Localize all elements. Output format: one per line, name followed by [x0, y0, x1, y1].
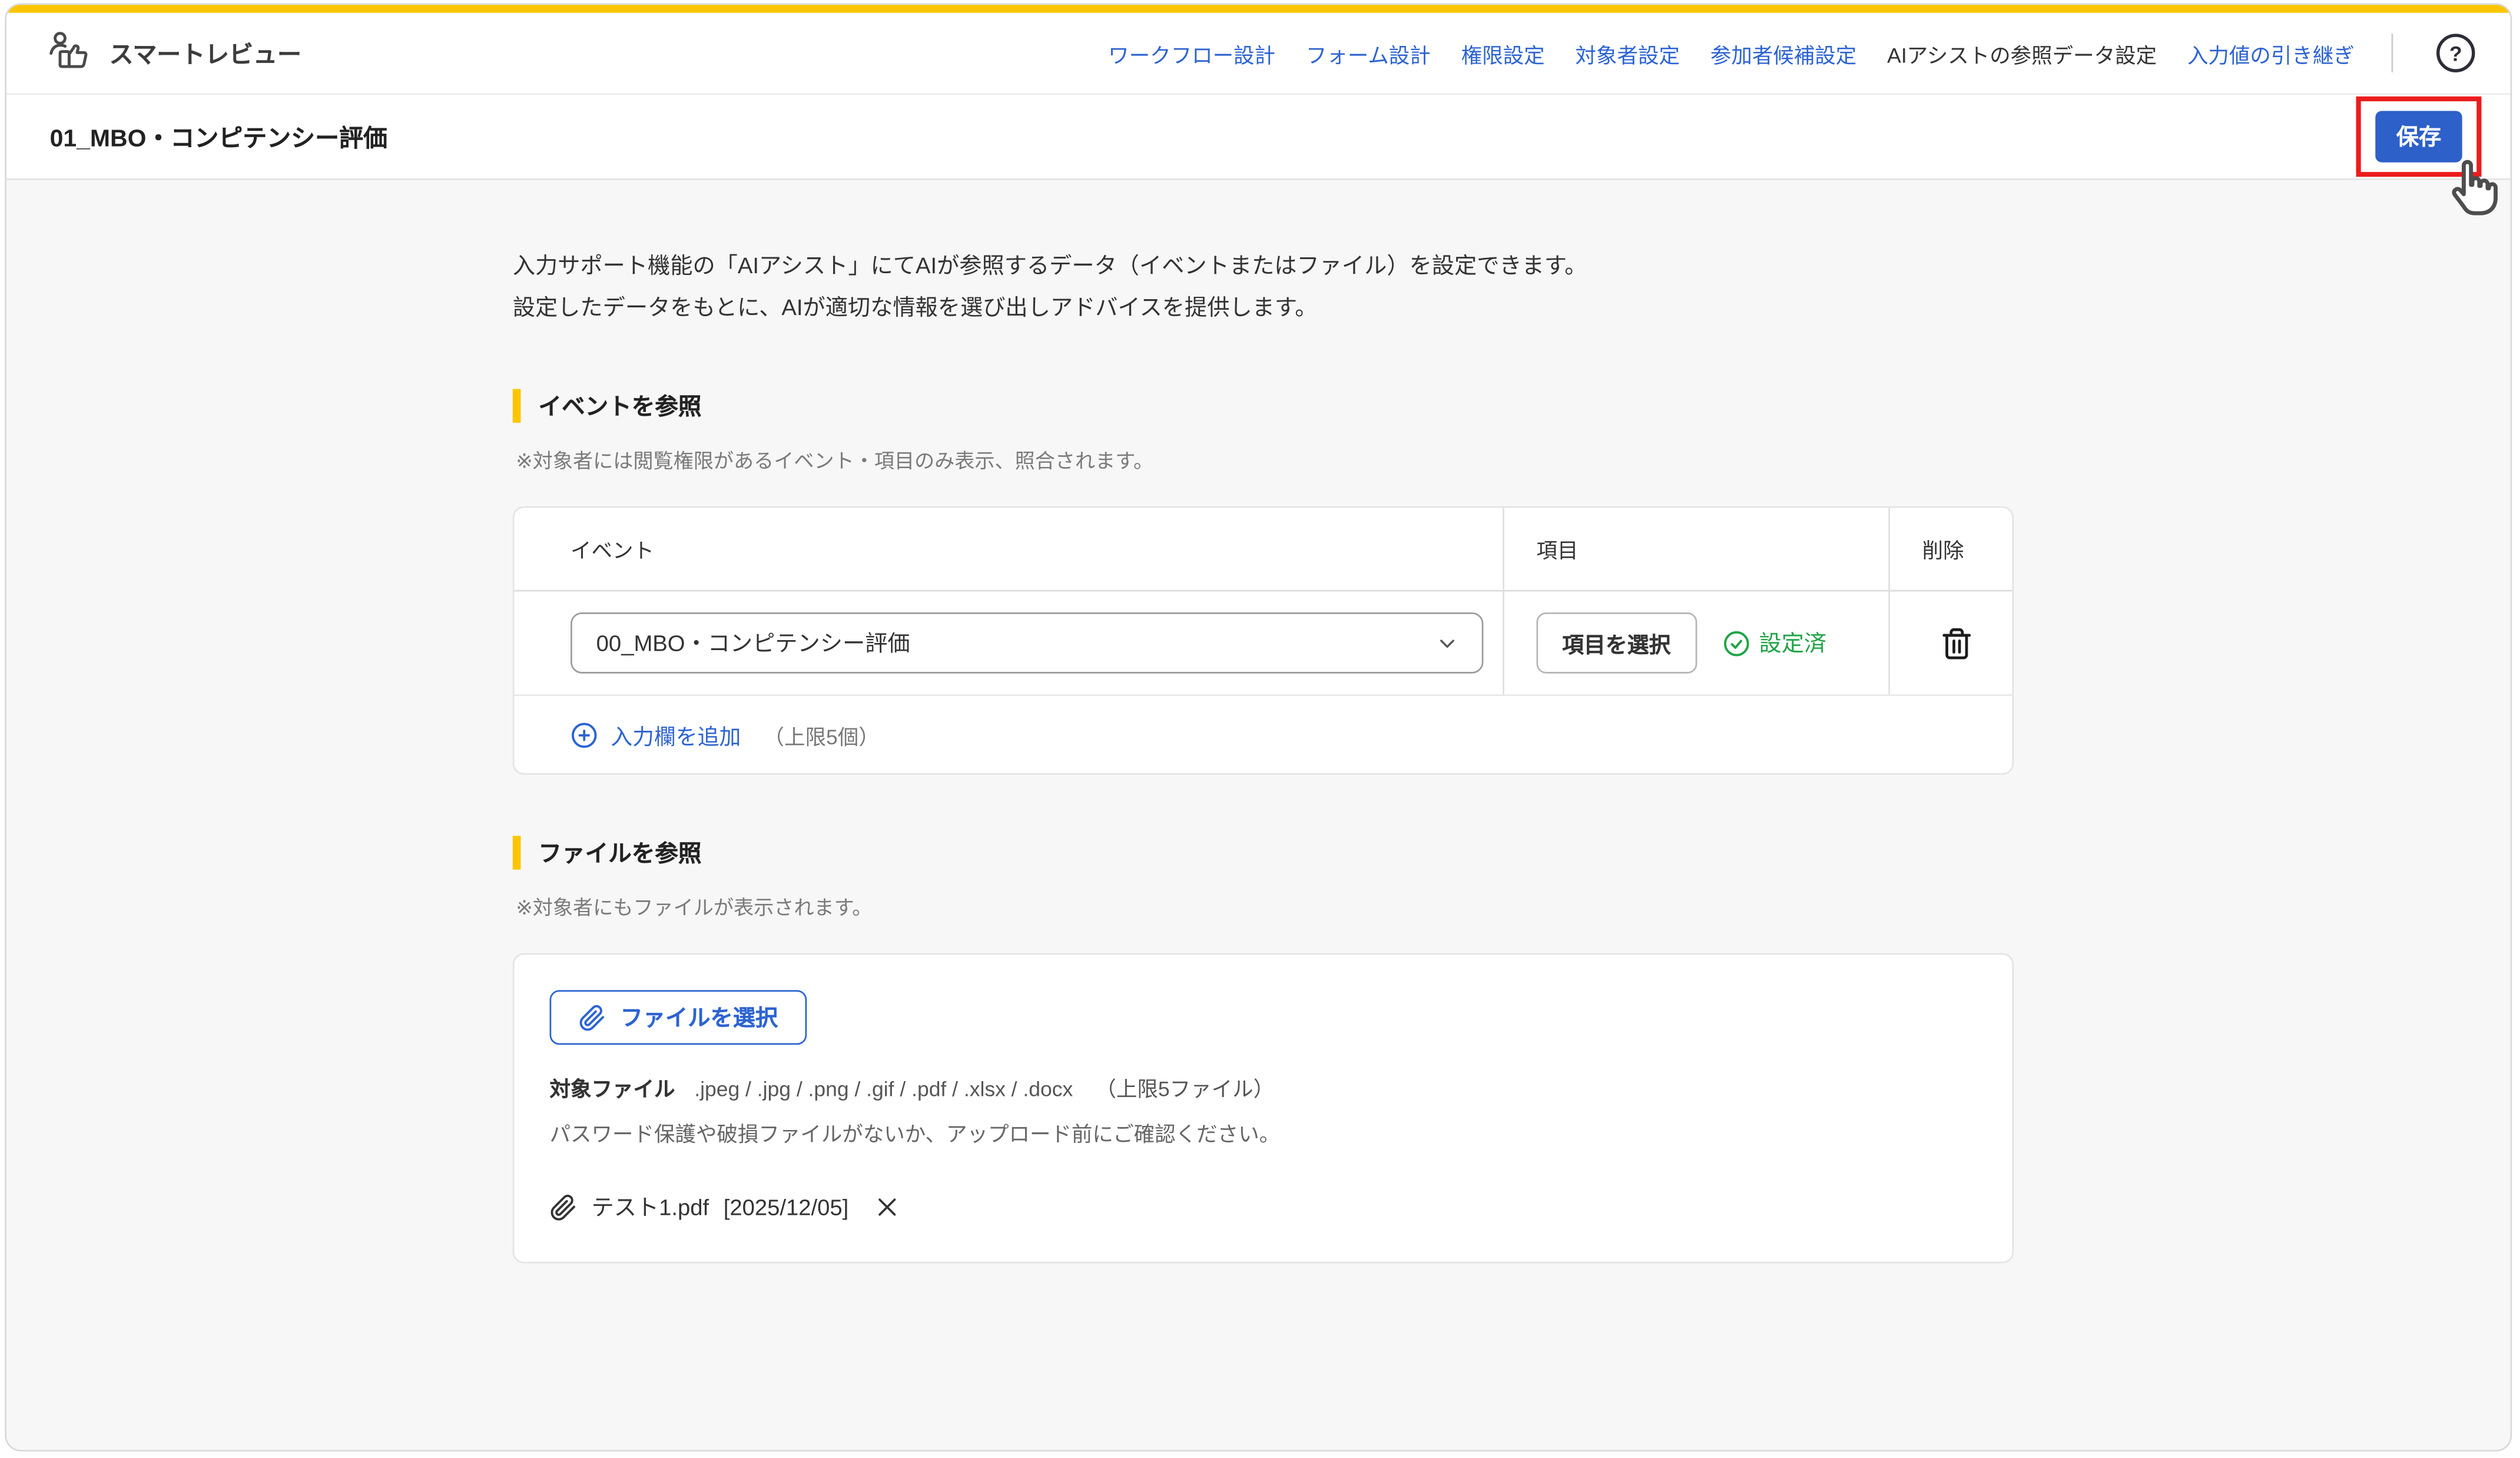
main-content: 入力サポート機能の「AIアシスト」にてAIが参照するデータ（イベントまたはファイ… — [6, 180, 2511, 1452]
event-section-header: イベントを参照 — [513, 389, 2511, 423]
select-file-button[interactable]: ファイルを選択 — [550, 990, 807, 1045]
select-item-button[interactable]: 項目を選択 — [1536, 612, 1696, 674]
brand-top-bar — [6, 5, 2511, 13]
event-table-footer: 入力欄を追加 （上限5個） — [514, 696, 2012, 773]
nav-form-design[interactable]: フォーム設計 — [1306, 38, 1431, 68]
intro-line-1: 入力サポート機能の「AIアシスト」にてAIが参照するデータ（イベントまたはファイ… — [513, 244, 2511, 286]
add-row-limit: （上限5個） — [764, 719, 880, 750]
column-header-event: イベント — [514, 508, 1503, 590]
event-select-value: 00_MBO・コンピテンシー評価 — [596, 627, 1435, 660]
page-title: 01_MBO・コンピテンシー評価 — [50, 120, 387, 153]
plus-circle-icon — [571, 721, 598, 748]
app-header: スマートレビュー ワークフロー設計 フォーム設計 権限設定 対象者設定 参加者候… — [6, 13, 2511, 95]
target-file-label: 対象ファイル — [550, 1077, 675, 1101]
nav-input-value-carryover[interactable]: 入力値の引き継ぎ — [2187, 38, 2355, 68]
status-badge: 設定済 — [1722, 627, 1826, 660]
paperclip-icon — [579, 1004, 606, 1031]
event-table-header: イベント 項目 削除 — [514, 508, 2012, 592]
section-accent-bar — [513, 389, 521, 423]
file-section-note: ※対象者にもファイルが表示されます。 — [516, 890, 2510, 921]
intro-line-2: 設定したデータをもとに、AIが適切な情報を選び出しアドバイスを提供します。 — [513, 286, 2511, 328]
event-section-title: イベントを参照 — [538, 389, 701, 423]
intro-text: 入力サポート機能の「AIアシスト」にてAIが参照するデータ（イベントまたはファイ… — [513, 244, 2511, 328]
help-icon[interactable]: ? — [2436, 34, 2475, 72]
section-accent-bar — [513, 836, 521, 869]
target-file-types: .jpeg / .jpg / .png / .gif / .pdf / .xls… — [694, 1077, 1073, 1101]
status-label: 設定済 — [1759, 627, 1827, 660]
top-nav: ワークフロー設計 フォーム設計 権限設定 対象者設定 参加者候補設定 AIアシス… — [1108, 34, 2475, 72]
nav-target-settings[interactable]: 対象者設定 — [1576, 38, 1680, 68]
nav-permission-settings[interactable]: 権限設定 — [1461, 38, 1545, 68]
nav-workflow-design[interactable]: ワークフロー設計 — [1108, 38, 1275, 68]
smart-review-logo-icon — [45, 29, 93, 77]
chevron-down-icon — [1435, 631, 1460, 655]
uploaded-file-name: テスト1.pdf — [591, 1191, 709, 1224]
add-input-row-link[interactable]: 入力欄を追加 — [571, 718, 741, 751]
uploaded-file-item: テスト1.pdf [2025/12/05] — [550, 1191, 1977, 1224]
app-window: スマートレビュー ワークフロー設計 フォーム設計 権限設定 対象者設定 参加者候… — [5, 3, 2512, 1451]
nav-participant-candidate-settings[interactable]: 参加者候補設定 — [1710, 38, 1856, 68]
file-section-header: ファイルを参照 — [513, 836, 2511, 869]
remove-file-icon[interactable] — [874, 1194, 900, 1220]
check-circle-icon — [1722, 629, 1749, 657]
event-reference-card: イベント 項目 削除 00_MBO・コンピテンシー評価 項目 — [513, 506, 2014, 775]
file-reference-card: ファイルを選択 対象ファイル .jpeg / .jpg / .png / .gif… — [513, 953, 2014, 1264]
save-button[interactable]: 保存 — [2375, 111, 2462, 162]
target-file-limit: （上限5ファイル） — [1095, 1077, 1274, 1101]
save-button-highlight: 保存 — [2356, 97, 2482, 177]
page-title-bar: 01_MBO・コンピテンシー評価 保存 — [6, 95, 2511, 180]
add-input-row-label: 入力欄を追加 — [611, 718, 741, 751]
column-header-delete: 削除 — [1888, 508, 2012, 590]
upload-warning: パスワード保護や破損ファイルがないか、アップロード前にご確認ください。 — [550, 1117, 1977, 1148]
select-file-button-label: ファイルを選択 — [621, 1002, 778, 1034]
event-section-note: ※対象者には閲覧権限があるイベント・項目のみ表示、照合されます。 — [516, 443, 2510, 474]
app-title: スマートレビュー — [110, 36, 301, 69]
screenshot-stage: スマートレビュー ワークフロー設計 フォーム設計 権限設定 対象者設定 参加者候… — [0, 0, 2520, 1458]
target-file-line: 対象ファイル .jpeg / .jpg / .png / .gif / .pdf … — [550, 1072, 1977, 1103]
uploaded-file-date: [2025/12/05] — [724, 1194, 849, 1220]
nav-ai-assist-reference-data[interactable]: AIアシストの参照データ設定 — [1887, 38, 2157, 68]
paperclip-icon — [550, 1194, 577, 1221]
column-header-item: 項目 — [1503, 508, 1888, 590]
file-section-title: ファイルを参照 — [538, 836, 701, 869]
delete-row-trash-icon[interactable] — [1940, 626, 1974, 660]
event-table-row: 00_MBO・コンピテンシー評価 項目を選択 設定済 — [514, 591, 2012, 695]
nav-divider — [2392, 34, 2393, 72]
event-select[interactable]: 00_MBO・コンピテンシー評価 — [571, 612, 1483, 674]
